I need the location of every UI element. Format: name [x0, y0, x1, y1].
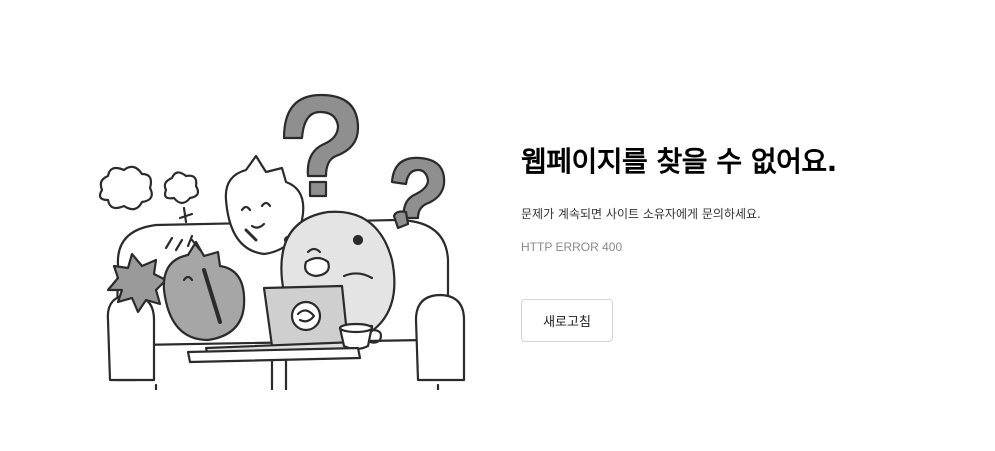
error-title: 웹페이지를 찾을 수 없어요.: [521, 145, 837, 178]
error-content: 웹페이지를 찾을 수 없어요. 문제가 계속되면 사이트 소유자에게 문의하세요…: [521, 142, 961, 342]
error-code: HTTP ERROR 400: [521, 240, 623, 254]
anger-puff-icon: [98, 165, 200, 224]
error-illustration: [98, 93, 466, 390]
question-mark-small-icon: [390, 156, 446, 230]
table-icon: [186, 346, 362, 390]
error-page: 웹페이지를 찾을 수 없어요. 문제가 계속되면 사이트 소유자에게 문의하세요…: [0, 0, 995, 451]
question-mark-icon: [282, 93, 360, 198]
reload-button[interactable]: 새로고침: [521, 299, 613, 342]
error-description: 문제가 계속되면 사이트 소유자에게 문의하세요.: [521, 207, 761, 221]
